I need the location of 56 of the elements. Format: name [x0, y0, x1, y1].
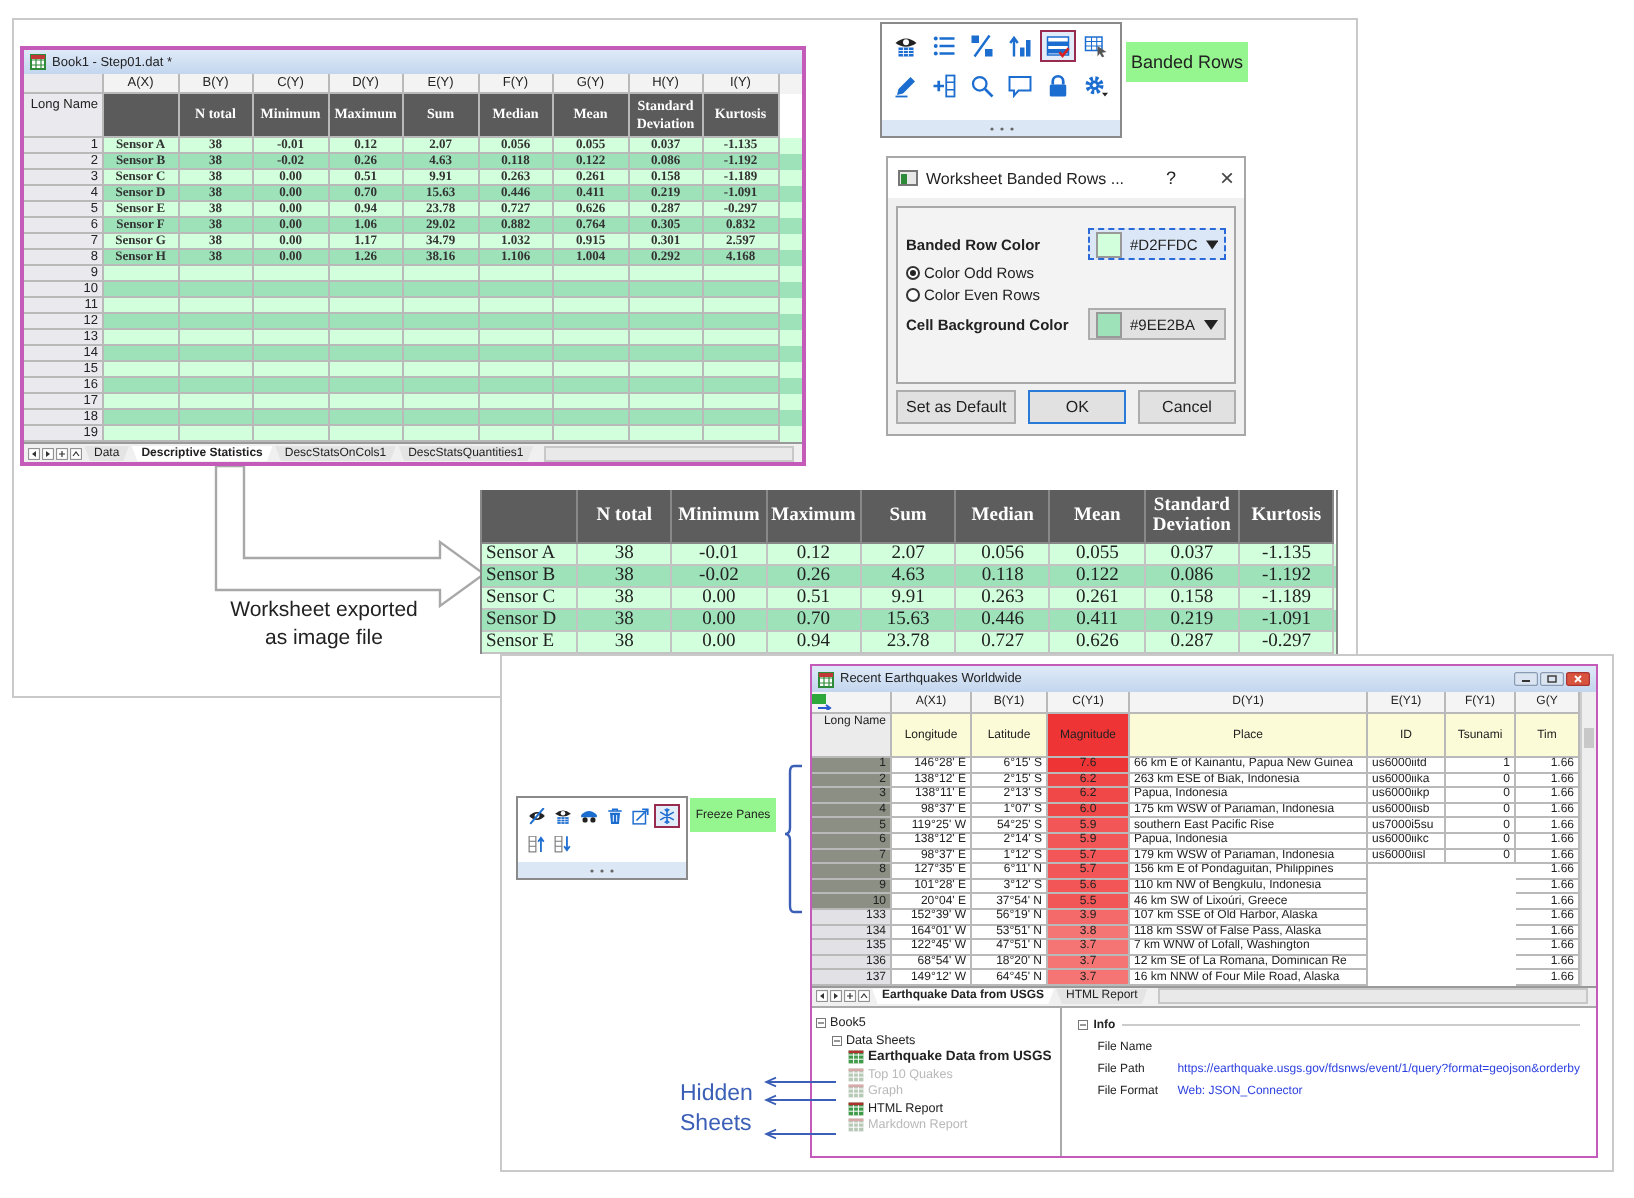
column-header: Mean [1050, 490, 1146, 544]
arrow [764, 1128, 836, 1140]
dialog-button[interactable]: Set as Default [896, 390, 1017, 424]
nav-button[interactable] [56, 447, 68, 459]
radio-circle[interactable] [906, 266, 920, 280]
dialog-title: Worksheet Banded Rows ... [926, 169, 1127, 187]
nav-button[interactable] [830, 990, 842, 1003]
grip-icon[interactable] [987, 125, 1015, 131]
column-header: Sum [861, 490, 957, 544]
export-icon[interactable] [628, 804, 654, 828]
caret-icon [1204, 319, 1218, 329]
close-button[interactable]: × [1219, 164, 1234, 192]
worksheet-icon [818, 671, 834, 687]
tooltip: Banded Rows [1126, 42, 1248, 82]
nav-button[interactable] [42, 447, 54, 459]
dialog-button[interactable]: Cancel [1138, 390, 1236, 424]
radio-circle[interactable] [906, 288, 920, 302]
nav-button[interactable] [816, 990, 828, 1003]
grip-icon[interactable] [588, 867, 616, 873]
sheet-link-icon[interactable] [812, 694, 832, 710]
caret-icon [1205, 239, 1218, 249]
column-header: Kurtosis [1240, 490, 1335, 544]
arrow [764, 1076, 836, 1088]
eye-table-icon[interactable] [550, 804, 576, 828]
nav-button[interactable] [844, 990, 856, 1003]
nav-button[interactable] [28, 447, 40, 459]
banded-table-icon[interactable] [1040, 30, 1076, 62]
column-header: Maximum [767, 490, 862, 544]
nav-button[interactable] [70, 447, 82, 459]
column-header: Minimum [672, 490, 768, 544]
caption: Hidden Sheets [680, 1080, 755, 1140]
move-up-icon[interactable] [524, 832, 550, 856]
help-button[interactable]: ? [1165, 168, 1176, 188]
scrollbar[interactable] [1157, 988, 1588, 1005]
collapse-icon[interactable] [832, 1035, 842, 1046]
arrow [764, 1094, 836, 1106]
scrollbar[interactable] [543, 445, 794, 461]
snowflake-icon[interactable] [654, 804, 680, 828]
column-header: Median [956, 490, 1051, 544]
move-down-icon[interactable] [550, 832, 576, 856]
column-header: N total [578, 490, 673, 544]
dialog-button[interactable]: OK [1028, 390, 1127, 424]
eye-slash-icon[interactable] [524, 804, 550, 828]
collapse-icon[interactable] [1077, 1020, 1088, 1031]
trash-icon[interactable] [602, 804, 628, 828]
nav-button[interactable] [858, 990, 870, 1003]
minimize-button[interactable] [1514, 672, 1538, 686]
caption: Worksheet exported as image file [228, 596, 420, 652]
collapse-icon[interactable] [816, 1018, 826, 1028]
scrollbar[interactable] [1580, 692, 1596, 986]
worksheet-icon [30, 54, 46, 70]
window-icon [898, 170, 918, 186]
column-header [104, 94, 179, 138]
column-header: Standard Deviation [1145, 490, 1241, 544]
maximize-button[interactable] [1540, 672, 1564, 686]
close-button[interactable] [1566, 672, 1590, 686]
